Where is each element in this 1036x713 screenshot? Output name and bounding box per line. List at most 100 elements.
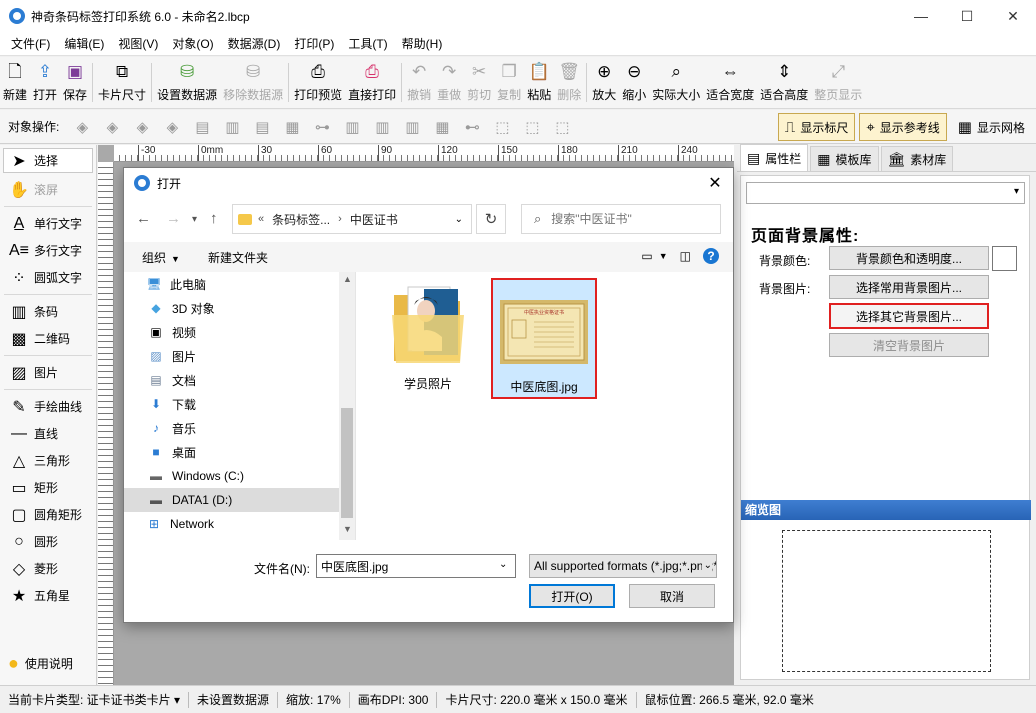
- distribute-v-icon[interactable]: ▦: [431, 116, 453, 138]
- undo-button[interactable]: ↶ 撤销: [404, 57, 434, 109]
- scroll-up-icon[interactable]: ▲: [343, 274, 352, 284]
- direct-print-button[interactable]: ⎙ 直接打印: [345, 57, 399, 109]
- align-center-icon[interactable]: ▥: [221, 116, 243, 138]
- bg-color-button[interactable]: 背景颜色和透明度...: [829, 246, 989, 270]
- cancel-button[interactable]: 取消: [629, 584, 715, 608]
- align-top-icon[interactable]: ▥: [341, 116, 363, 138]
- tool-star[interactable]: ★ 五角星: [0, 582, 96, 609]
- zoom-out-button[interactable]: ⊖ 缩小: [619, 57, 649, 109]
- open-button[interactable]: ⇪ 打开: [30, 57, 60, 109]
- layer-down-icon[interactable]: ◈: [131, 116, 153, 138]
- tool-rounded-rect[interactable]: ▢ 圆角矩形: [0, 501, 96, 528]
- menu-help[interactable]: 帮助(H): [395, 32, 450, 56]
- scroll-down-icon[interactable]: ▼: [343, 524, 352, 534]
- menu-object[interactable]: 对象(O): [165, 32, 220, 56]
- actual-size-button[interactable]: ⌕ 实际大小: [649, 57, 703, 109]
- remove-datasource-button[interactable]: ⛁ 移除数据源: [220, 57, 286, 109]
- new-button[interactable]: 🗋 新建: [0, 57, 30, 109]
- breadcrumb-parent[interactable]: 条码标签...: [272, 211, 330, 228]
- align-right-icon[interactable]: ▤: [251, 116, 273, 138]
- save-button[interactable]: ▣ 保存: [60, 57, 90, 109]
- spacing-v-icon[interactable]: ⊷: [461, 116, 483, 138]
- tool-scroll[interactable]: ✋ 滚屏: [0, 176, 96, 203]
- nav-item-3d-objects[interactable]: ◆ 3D 对象: [124, 296, 355, 320]
- nav-item-documents[interactable]: ▤ 文档: [124, 368, 355, 392]
- nav-item-this-pc[interactable]: 🖥 此电脑: [124, 272, 355, 296]
- filetype-select[interactable]: All supported formats (*.jpg;*.png;*.bmp…: [529, 554, 717, 578]
- help-link[interactable]: ● 使用说明: [8, 653, 73, 674]
- file-item-folder[interactable]: 学员照片: [375, 279, 481, 400]
- tool-diamond[interactable]: ◇ 菱形: [0, 555, 96, 582]
- tab-properties[interactable]: ▤ 属性栏: [740, 144, 809, 171]
- menu-file[interactable]: 文件(F): [4, 32, 57, 56]
- layer-bottom-icon[interactable]: ◈: [161, 116, 183, 138]
- close-button[interactable]: ✕: [990, 0, 1036, 32]
- search-input[interactable]: [551, 212, 702, 226]
- tool-line[interactable]: — 直线: [0, 420, 96, 447]
- up-arrow-icon[interactable]: ↑: [210, 210, 218, 227]
- lock-icon[interactable]: ⬚: [551, 116, 573, 138]
- fit-page-button[interactable]: ⤢ 整页显示: [811, 57, 865, 109]
- chevron-down-icon[interactable]: ▼: [659, 251, 668, 261]
- new-folder-button[interactable]: 新建文件夹: [208, 249, 268, 266]
- menu-tools[interactable]: 工具(T): [341, 32, 394, 56]
- fit-width-button[interactable]: ⇔ 适合宽度: [703, 57, 757, 109]
- scrollbar-thumb[interactable]: [341, 408, 353, 518]
- set-datasource-button[interactable]: ⛁ 设置数据源: [154, 57, 220, 109]
- align-bottom-icon[interactable]: ▥: [401, 116, 423, 138]
- tool-select[interactable]: ➤ 选择: [3, 148, 93, 173]
- nav-item-desktop[interactable]: ■ 桌面: [124, 440, 355, 464]
- refresh-button[interactable]: ↻: [476, 204, 506, 234]
- tool-freehand[interactable]: ✎ 手绘曲线: [0, 393, 96, 420]
- menu-datasource[interactable]: 数据源(D): [221, 32, 288, 56]
- tab-materials[interactable]: 🏛 素材库: [880, 146, 954, 171]
- tab-templates[interactable]: ▦ 模板库: [810, 146, 879, 171]
- open-button[interactable]: 打开(O): [529, 584, 615, 608]
- address-bar[interactable]: « 条码标签... › 中医证书 ⌄: [232, 204, 472, 234]
- bg-color-swatch[interactable]: [992, 246, 1017, 271]
- tool-rectangle[interactable]: ▭ 矩形: [0, 474, 96, 501]
- fit-height-button[interactable]: ⇕ 适合高度: [757, 57, 811, 109]
- nav-item-network[interactable]: ⊞ Network: [124, 512, 355, 536]
- chevron-down-icon[interactable]: ⌄: [499, 559, 507, 570]
- tool-barcode[interactable]: ▥ 条码: [0, 298, 96, 325]
- tool-circle[interactable]: ○ 圆形: [0, 528, 96, 555]
- recent-dropdown-icon[interactable]: ▾: [192, 214, 197, 225]
- nav-item-downloads[interactable]: ⬇ 下载: [124, 392, 355, 416]
- chevron-down-icon[interactable]: ⌄: [455, 214, 463, 225]
- address-overflow[interactable]: «: [258, 213, 264, 225]
- ungroup-icon[interactable]: ⬚: [521, 116, 543, 138]
- align-middle-icon[interactable]: ▥: [371, 116, 393, 138]
- delete-button[interactable]: 🗑 删除: [554, 57, 584, 109]
- view-mode-icon[interactable]: ▭: [641, 249, 652, 263]
- other-bg-button[interactable]: 选择其它背景图片...: [829, 303, 989, 329]
- zoom-in-button[interactable]: ⊕ 放大: [589, 57, 619, 109]
- cut-button[interactable]: ✂ 剪切: [464, 57, 494, 109]
- clear-bg-button[interactable]: 清空背景图片: [829, 333, 989, 357]
- forward-arrow-icon[interactable]: →: [166, 210, 181, 227]
- file-item-image[interactable]: 中医执业资格证书 中医底图.jpg: [491, 278, 597, 399]
- tool-triangle[interactable]: △ 三角形: [0, 447, 96, 474]
- group-icon[interactable]: ⬚: [491, 116, 513, 138]
- menu-view[interactable]: 视图(V): [111, 32, 165, 56]
- help-icon[interactable]: ?: [703, 248, 719, 264]
- back-arrow-icon[interactable]: ←: [136, 210, 151, 227]
- dialog-close-button[interactable]: ✕: [705, 173, 725, 193]
- organize-button[interactable]: 组织 ▼: [142, 249, 180, 266]
- spacing-h-icon[interactable]: ⊶: [311, 116, 333, 138]
- filename-input[interactable]: [316, 554, 516, 578]
- menu-edit[interactable]: 编辑(E): [57, 32, 111, 56]
- align-left-icon[interactable]: ▤: [191, 116, 213, 138]
- nav-item-drive-d[interactable]: ▬ DATA1 (D:): [124, 488, 355, 512]
- layer-up-icon[interactable]: ◈: [71, 116, 93, 138]
- nav-item-videos[interactable]: ▣ 视频: [124, 320, 355, 344]
- tool-single-text[interactable]: A̲ 单行文字: [0, 210, 96, 237]
- status-card-type[interactable]: 当前卡片类型: 证卡证书类卡片 ▾: [0, 691, 190, 708]
- nav-item-pictures[interactable]: ▨ 图片: [124, 344, 355, 368]
- preview-pane-icon[interactable]: ◫: [680, 249, 691, 263]
- card-size-button[interactable]: ⧉ 卡片尺寸: [95, 57, 149, 109]
- show-grid-toggle[interactable]: ▦ 显示网格: [951, 113, 1032, 141]
- search-box[interactable]: ⌕: [521, 204, 721, 234]
- redo-button[interactable]: ↷ 重做: [434, 57, 464, 109]
- minimize-button[interactable]: —: [898, 0, 944, 32]
